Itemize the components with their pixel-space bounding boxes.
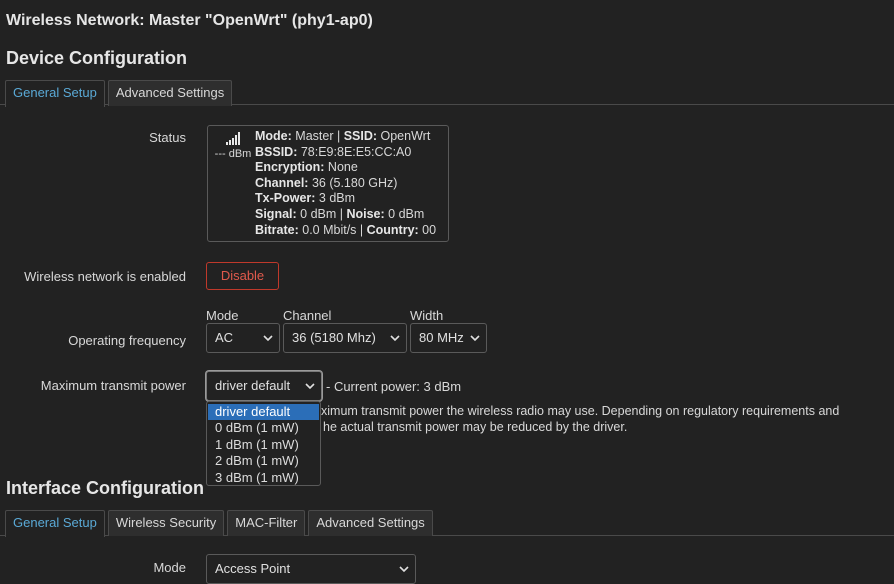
status-key: SSID: (343, 129, 378, 143)
status-value: None (324, 160, 358, 175)
signal-bars-icon (212, 132, 254, 145)
status-box: --- dBm Mode: Master | SSID: OpenWrt BSSI… (207, 125, 449, 242)
signal-dbm: --- dBm (214, 148, 252, 160)
enabled-label: Wireless network is enabled (24, 269, 186, 284)
interface-mode-select[interactable]: Access Point (206, 554, 416, 584)
status-line: Signal: 0 dBm | Noise: 0 dBm (255, 207, 436, 223)
status-value: 78:E9:8E:E5:CC:A0 (297, 144, 412, 159)
interface-mode-value: Access Point (215, 561, 291, 576)
txpower-dropdown: driver default 0 dBm (1 mW) 1 dBm (1 mW)… (206, 401, 321, 486)
status-key: BSSID: (255, 144, 298, 159)
status-label: Status (149, 130, 186, 145)
status-key: Noise: (346, 206, 385, 221)
tab-general-setup[interactable]: General Setup (5, 510, 105, 537)
txpower-select[interactable]: driver default (206, 371, 322, 401)
width-sublabel: Width (410, 308, 444, 323)
status-value: Master | (291, 129, 344, 143)
status-value: 0 dBm (384, 206, 425, 221)
tab-general-setup[interactable]: General Setup (5, 80, 105, 107)
status-value: 00 (418, 222, 437, 237)
status-key: Channel: (255, 175, 309, 190)
txpower-label: Maximum transmit power (40, 378, 186, 393)
frequency-label: Operating frequency (68, 333, 186, 348)
tab-advanced-settings[interactable]: Advanced Settings (308, 510, 433, 536)
status-value: 36 (5.180 GHz) (308, 175, 398, 190)
status-line: Mode: Master | SSID: OpenWrt (255, 129, 436, 145)
channel-select-value: 36 (5180 Mhz) (292, 330, 376, 345)
status-line: Encryption: None (255, 160, 436, 176)
status-key: Mode: (255, 129, 292, 143)
tab-mac-filter[interactable]: MAC-Filter (227, 510, 306, 536)
dropdown-option[interactable]: 1 dBm (1 mW) (207, 437, 320, 454)
status-line: Channel: 36 (5.180 GHz) (255, 176, 436, 192)
page-title: Wireless Network: Master "OpenWrt" (phy1… (6, 12, 373, 29)
chevron-down-icon (305, 383, 315, 390)
device-config-title: Device Configuration (6, 48, 188, 68)
status-value: 0.0 Mbit/s | (298, 222, 367, 237)
interface-mode-label: Mode (153, 560, 186, 575)
status-line: Bitrate: 0.0 Mbit/s | Country: 00 (255, 223, 436, 239)
width-select[interactable]: 80 MHz (410, 323, 487, 353)
mode-sublabel: Mode (206, 308, 239, 323)
txpower-description-line2: he actual transmit power may be reduced … (323, 420, 628, 434)
status-key: Country: (366, 222, 419, 237)
txpower-description-line1: ximum transmit power the wireless radio … (321, 404, 840, 418)
status-value: 3 dBm (315, 191, 356, 206)
dropdown-option[interactable]: 0 dBm (1 mW) (207, 420, 320, 437)
mode-select-value: AC (215, 330, 234, 345)
tab-wireless-security[interactable]: Wireless Security (107, 510, 225, 536)
mode-select[interactable]: AC (206, 323, 280, 353)
interface-tabs: General Setup Wireless Security MAC-Filt… (5, 510, 433, 537)
dropdown-option[interactable]: driver default (208, 404, 319, 420)
dropdown-option[interactable]: 2 dBm (1 mW) (207, 453, 320, 470)
status-line: Tx-Power: 3 dBm (255, 191, 436, 207)
disable-button[interactable]: Disable (206, 262, 279, 290)
chevron-down-icon (399, 566, 409, 573)
chevron-down-icon (263, 335, 273, 342)
interface-config-title: Interface Configuration (6, 478, 205, 498)
status-key: Encryption: (255, 160, 325, 175)
status-value: 0 dBm | (296, 206, 347, 221)
status-key: Tx-Power: (255, 191, 316, 206)
status-value: OpenWrt (377, 129, 431, 143)
current-power-text: - Current power: 3 dBm (326, 379, 462, 394)
device-tabs: General Setup Advanced Settings (5, 80, 233, 107)
channel-sublabel: Channel (283, 308, 332, 323)
channel-select[interactable]: 36 (5180 Mhz) (283, 323, 407, 353)
chevron-down-icon (470, 335, 480, 342)
status-key: Signal: (255, 206, 297, 221)
status-details: Mode: Master | SSID: OpenWrt BSSID: 78:E9… (255, 129, 436, 238)
txpower-select-value: driver default (215, 378, 291, 393)
width-select-value: 80 MHz (419, 330, 464, 345)
status-line: BSSID: 78:E9:8E:E5:CC:A0 (255, 145, 436, 161)
chevron-down-icon (390, 335, 400, 342)
status-key: Bitrate: (255, 222, 299, 237)
dropdown-option[interactable]: 3 dBm (1 mW) (207, 470, 320, 487)
tab-advanced-settings[interactable]: Advanced Settings (107, 80, 233, 106)
